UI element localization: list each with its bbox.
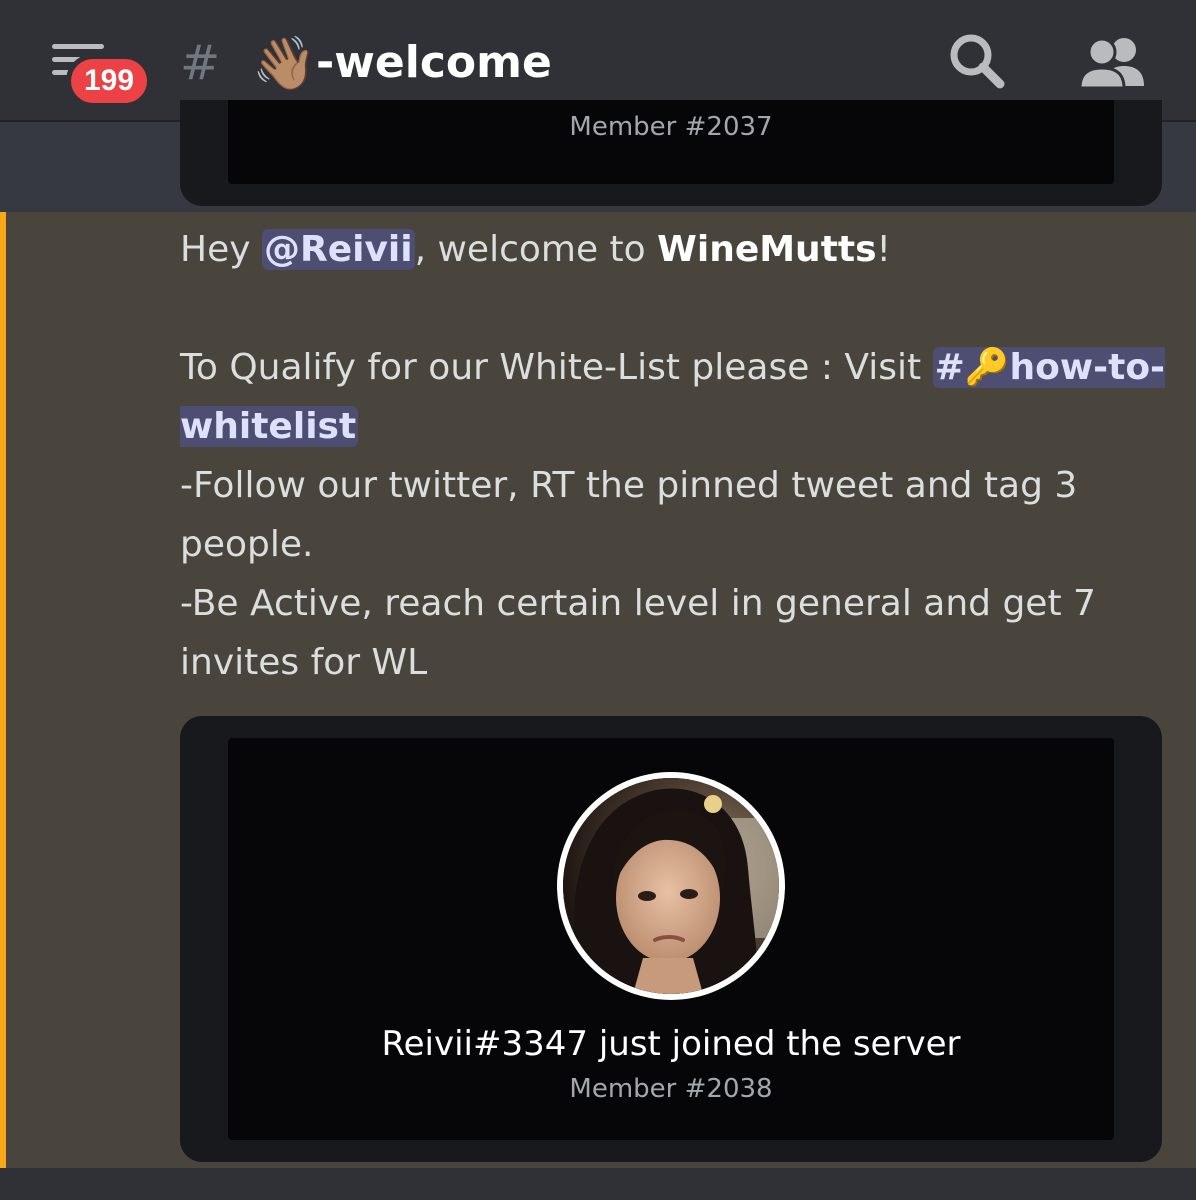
unread-badge: 199 <box>66 54 152 108</box>
greeting-suffix: ! <box>876 229 891 270</box>
user-mention[interactable]: @Reivii <box>261 229 415 270</box>
avatar-ring <box>557 772 785 1000</box>
waving-hand-icon: 👋🏽 <box>252 34 317 94</box>
search-button[interactable] <box>946 30 1010 94</box>
members-icon <box>1078 37 1144 90</box>
message-input-edge <box>0 1168 1196 1200</box>
avatar-photo-icon <box>563 778 779 994</box>
message-content: Hey @Reivii, welcome to WineMutts! To Qu… <box>180 220 1170 692</box>
menu-button[interactable]: 199 <box>46 40 152 108</box>
channel-title[interactable]: -welcome <box>316 30 552 96</box>
welcome-message: Hey @Reivii, welcome to WineMutts! To Qu… <box>0 212 1196 1168</box>
rule-be-active: -Be Active, reach certain level in gener… <box>180 583 1096 683</box>
welcome-embed: Reivii#3347 just joined the server Membe… <box>180 716 1162 1162</box>
greeting-prefix: Hey <box>180 229 262 270</box>
channel-hash-icon: # <box>180 35 221 91</box>
rule-follow-twitter: -Follow our twitter, RT the pinned tweet… <box>180 465 1078 565</box>
mention-highlight-bar <box>0 212 6 1168</box>
welcome-card-image[interactable]: Reivii#3347 just joined the server Membe… <box>228 738 1114 1140</box>
discord-app: 199 # 👋🏽 -welcome Member #2037 Hey @Reiv… <box>0 0 1196 1200</box>
joined-text: Reivii#3347 just joined the server <box>381 1024 961 1064</box>
avatar <box>563 778 779 994</box>
members-button[interactable] <box>1076 34 1148 94</box>
previous-welcome-image: Member #2037 <box>228 100 1114 184</box>
server-name: WineMutts <box>657 229 877 270</box>
previous-welcome-embed: Member #2037 <box>180 100 1162 206</box>
greeting-middle: , welcome to <box>414 229 658 270</box>
search-icon <box>950 34 1005 89</box>
member-count: Member #2038 <box>569 1074 773 1104</box>
previous-member-count: Member #2037 <box>569 112 773 142</box>
qualify-text: To Qualify for our White-List please : V… <box>180 347 933 388</box>
